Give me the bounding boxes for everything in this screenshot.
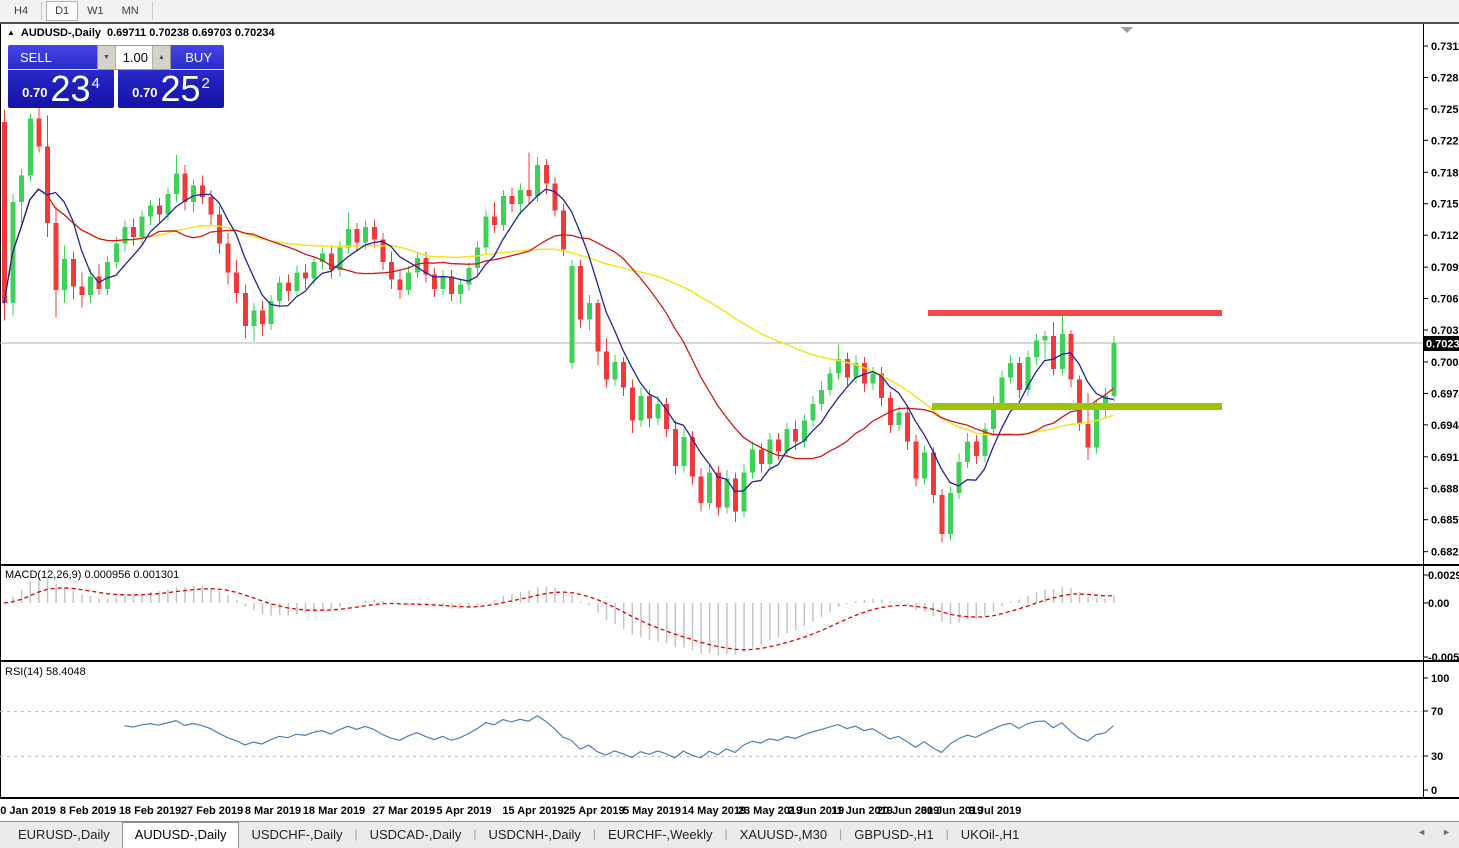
svg-text:0.73115: 0.73115 <box>1431 41 1459 53</box>
terminal-window: H4D1W1MN 0.731150.728100.725050.722000.7… <box>0 0 1459 848</box>
buy-button[interactable]: BUY <box>173 50 224 65</box>
date-axis: 30 Jan 2019 8 Feb 2019 18 Feb 2019 27 Feb 2… <box>0 805 1021 817</box>
moving-averages-layer <box>3 188 1114 493</box>
svg-text:27 Mar 2019: 27 Mar 2019 <box>373 805 435 817</box>
svg-text:18 Feb 2019: 18 Feb 2019 <box>119 805 181 817</box>
svg-text:14 May 2019: 14 May 2019 <box>682 805 746 817</box>
candles-layer <box>2 107 1117 543</box>
svg-text:0.70665: 0.70665 <box>1431 294 1459 306</box>
svg-text:0.69440: 0.69440 <box>1431 420 1459 432</box>
buy-price-small: 0.70 <box>132 85 158 100</box>
symbol-tab-bar: EURUSD-,Daily AUDUSD-,Daily USDCHF-,Daily |… <box>0 821 1459 848</box>
svg-text:0: 0 <box>1431 785 1437 797</box>
svg-text:0.71890: 0.71890 <box>1431 167 1459 179</box>
svg-text:5 Apr 2019: 5 Apr 2019 <box>436 805 491 817</box>
rsi-label: RSI(14) 58.4048 <box>5 666 86 678</box>
rsi-levels <box>0 711 1423 757</box>
svg-text:0.70360: 0.70360 <box>1431 325 1459 337</box>
macd-label: MACD(12,26,9) 0.000956 0.001301 <box>5 569 180 581</box>
resistance-line <box>928 310 1222 316</box>
svg-text:15 Apr 2019: 15 Apr 2019 <box>502 805 563 817</box>
svg-text:70: 70 <box>1431 706 1443 718</box>
svg-text:0.00: 0.00 <box>1428 598 1449 610</box>
symbol-tab-eurchf[interactable]: EURCHF-,Weekly <box>596 822 725 848</box>
svg-text:0.68210: 0.68210 <box>1431 547 1459 559</box>
chart-shift-marker-icon <box>1121 27 1133 33</box>
rsi-axis: 100 70 30 0 <box>1423 673 1449 797</box>
price-axis: 0.73115 0.72810 0.72505 0.72200 0.71890 0.715… <box>1423 41 1459 559</box>
svg-text:0.70970: 0.70970 <box>1431 262 1459 274</box>
sell-price-small: 0.70 <box>22 85 48 100</box>
symbol-tab-gbpusd[interactable]: GBPUSD-,H1 <box>842 822 945 848</box>
volume-decrease-button[interactable]: ▼ <box>98 46 115 69</box>
buy-price-big: 25 <box>160 68 201 109</box>
svg-text:9 Jul 2019: 9 Jul 2019 <box>969 805 1022 817</box>
volume-increase-button[interactable]: ▲ <box>153 46 170 69</box>
rsi-line <box>124 715 1114 759</box>
svg-text:0.002984: 0.002984 <box>1428 570 1459 582</box>
sell-price-big: 23 <box>50 68 91 109</box>
svg-text:0.70234: 0.70234 <box>1426 339 1459 351</box>
sell-price[interactable]: 0.70 23 4 <box>8 70 114 110</box>
symbol-tab-usdchf[interactable]: USDCHF-,Daily <box>239 822 354 848</box>
volume-input[interactable] <box>115 46 153 69</box>
macd-histogram <box>12 577 1115 655</box>
svg-text:0.68825: 0.68825 <box>1431 483 1459 495</box>
symbol-name: AUDUSD-,Daily <box>20 27 101 39</box>
svg-text:0.71280: 0.71280 <box>1431 230 1459 242</box>
buy-price[interactable]: 0.70 25 2 <box>118 70 224 110</box>
svg-text:25 Apr 2019: 25 Apr 2019 <box>563 805 624 817</box>
one-click-trading-panel: SELL 0.70 23 4 BUY 0.70 25 2 ▼ ▲ <box>8 45 224 108</box>
sell-button[interactable]: SELL <box>8 50 64 65</box>
support-line <box>932 403 1222 410</box>
macd-axis: 0.002984 0.00 -0.005250 <box>1423 570 1459 664</box>
svg-text:18 Mar 2019: 18 Mar 2019 <box>303 805 365 817</box>
svg-text:30: 30 <box>1431 751 1443 763</box>
svg-text:0.72505: 0.72505 <box>1431 104 1459 116</box>
ohlc-values: 0.69711 0.70238 0.69703 0.70234 <box>107 27 275 39</box>
tabs-scroll-right-icon[interactable]: ► <box>1442 827 1451 837</box>
symbol-tab-eurusd[interactable]: EURUSD-,Daily <box>6 822 122 848</box>
symbol-tab-xauusd[interactable]: XAUUSD-,M30 <box>728 822 839 848</box>
svg-text:-0.005250: -0.005250 <box>1428 652 1459 664</box>
symbol-tab-audusd[interactable]: AUDUSD-,Daily <box>121 822 240 848</box>
chart-title: ▲ AUDUSD-,Daily 0.69711 0.70238 0.69703 … <box>7 27 275 39</box>
chart-graphics[interactable]: 0.73115 0.72810 0.72505 0.72200 0.71890 0.715… <box>0 0 1459 848</box>
svg-text:0.69745: 0.69745 <box>1431 388 1459 400</box>
volume-spinner: ▼ ▲ <box>97 45 171 70</box>
svg-text:0.70050: 0.70050 <box>1431 357 1459 369</box>
chart-frame <box>0 24 1459 799</box>
tabs-scroll-left-icon[interactable]: ◄ <box>1417 827 1426 837</box>
tab-scroll-arrows: ◄ ► <box>1417 827 1451 837</box>
svg-text:27 Feb 2019: 27 Feb 2019 <box>181 805 243 817</box>
svg-text:8 Feb 2019: 8 Feb 2019 <box>60 805 116 817</box>
svg-text:0.72810: 0.72810 <box>1431 72 1459 84</box>
symbol-tab-ukoil[interactable]: UKOil-,H1 <box>949 822 1032 848</box>
svg-text:0.68520: 0.68520 <box>1431 515 1459 527</box>
svg-text:0.72200: 0.72200 <box>1431 135 1459 147</box>
symbol-tab-usdcnh[interactable]: USDCNH-,Daily <box>476 822 592 848</box>
svg-text:30 Jan 2019: 30 Jan 2019 <box>0 805 56 817</box>
svg-text:8 Mar 2019: 8 Mar 2019 <box>245 805 301 817</box>
symbol-tab-usdcad[interactable]: USDCAD-,Daily <box>358 822 474 848</box>
svg-text:5 May 2019: 5 May 2019 <box>623 805 681 817</box>
svg-text:100: 100 <box>1431 673 1449 685</box>
svg-text:0.71585: 0.71585 <box>1431 199 1459 211</box>
sell-price-sup: 4 <box>91 75 100 92</box>
buy-price-sup: 2 <box>201 75 210 92</box>
svg-text:0.69130: 0.69130 <box>1431 452 1459 464</box>
symbol-marker-icon: ▲ <box>7 27 15 37</box>
current-price-badge: 0.70234 <box>1424 336 1459 351</box>
macd-signal-line <box>3 587 1114 651</box>
